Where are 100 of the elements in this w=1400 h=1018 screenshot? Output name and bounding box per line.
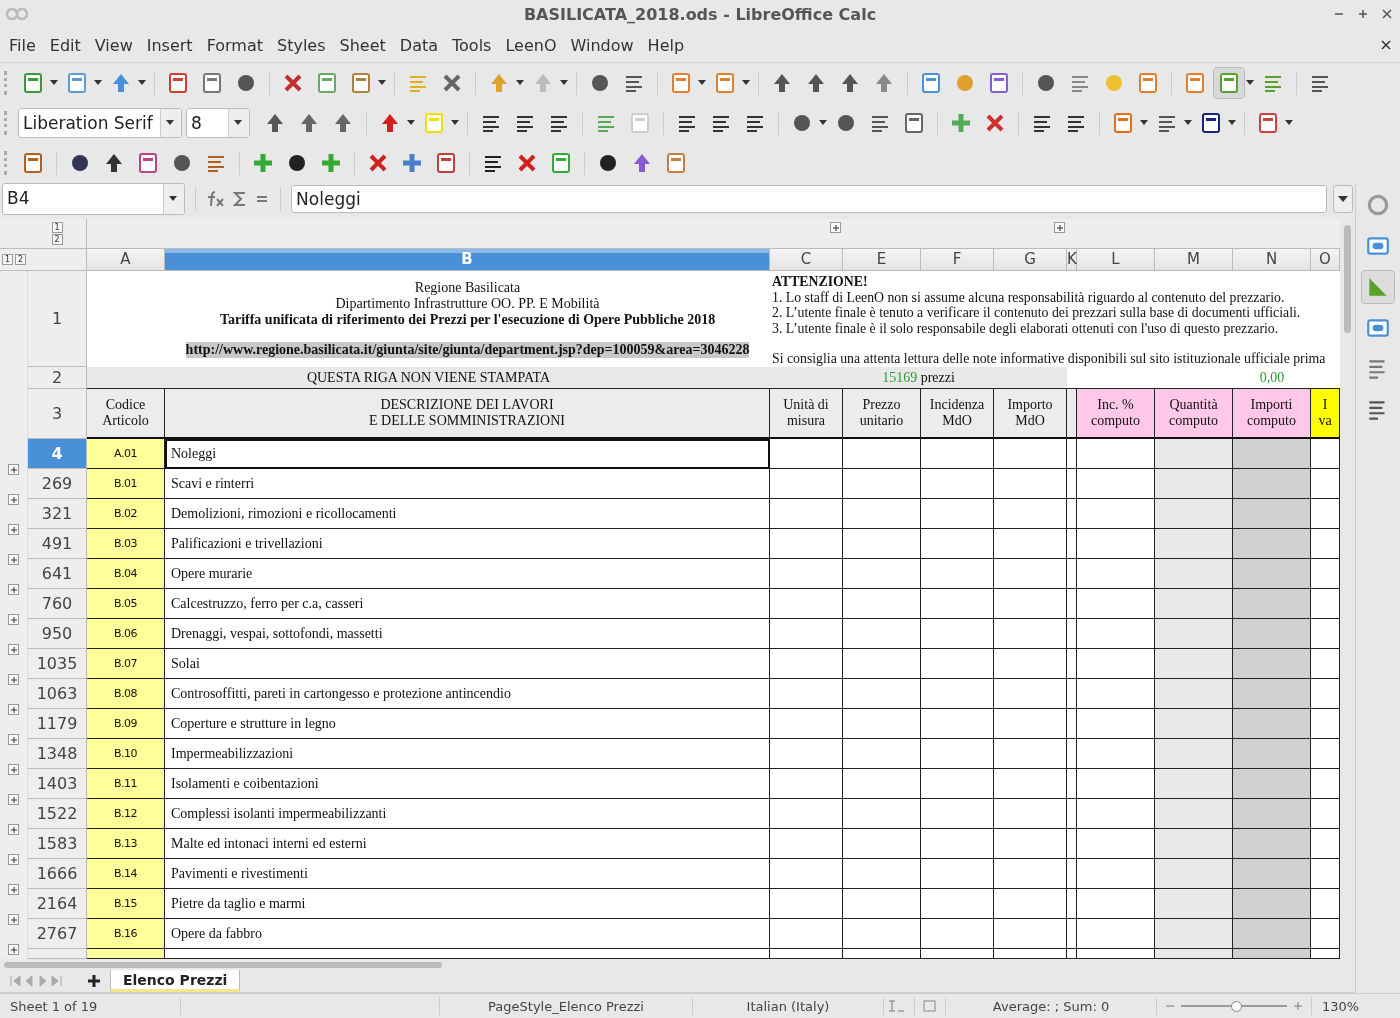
expand-group-button[interactable] [1054, 222, 1065, 233]
column-header[interactable]: F [921, 249, 994, 271]
outline-level-button[interactable]: 2 [15, 254, 26, 265]
add-sheet-icon[interactable] [86, 973, 102, 989]
outline-level-button[interactable]: 1 [51, 222, 63, 233]
row-header[interactable]: 1583 [28, 829, 87, 859]
column-header[interactable]: O [1311, 249, 1340, 271]
caret-icon[interactable] [407, 120, 415, 126]
scrollbar-thumb[interactable] [1344, 225, 1351, 333]
expand-group-button[interactable] [8, 824, 19, 835]
expand-group-button[interactable] [8, 554, 19, 565]
caret-icon[interactable] [698, 80, 706, 86]
caret-icon[interactable] [1285, 120, 1293, 126]
column-header[interactable]: E [843, 249, 921, 271]
expand-formula-button[interactable] [1333, 185, 1353, 213]
expand-group-button[interactable] [8, 854, 19, 865]
table-cell: Opere murarie [165, 559, 770, 589]
function-wizard-icon[interactable] [206, 190, 227, 208]
caret-icon[interactable] [94, 80, 102, 86]
caret-icon[interactable] [560, 80, 568, 86]
caret-icon[interactable] [516, 80, 524, 86]
scrollbar-thumb[interactable] [4, 962, 442, 968]
row-header[interactable]: 1403 [28, 769, 87, 799]
expand-group-button[interactable] [8, 794, 19, 805]
caret-icon[interactable] [138, 80, 146, 86]
row-header[interactable]: 3 [28, 389, 87, 439]
table-cell: Isolamenti e coibentazioni [165, 769, 770, 799]
menu-item[interactable]: File [2, 35, 43, 55]
expand-group-button[interactable] [8, 464, 19, 475]
caret-icon[interactable] [166, 120, 174, 126]
caret-icon[interactable] [1140, 120, 1148, 126]
column-header[interactable]: G [994, 249, 1067, 271]
font-name-field[interactable]: Liberation Serif [18, 108, 182, 138]
expand-group-button[interactable] [8, 884, 19, 895]
zoom-level[interactable]: 130% [1312, 998, 1370, 1014]
row-header[interactable]: 2767 [28, 919, 87, 949]
name-box[interactable]: B4 [2, 183, 186, 215]
row-header[interactable]: 641 [28, 559, 87, 589]
menu-item[interactable]: Window [563, 35, 641, 55]
row-header[interactable]: 491 [28, 529, 87, 559]
column-header[interactable]: L [1077, 249, 1155, 271]
sheet-tab[interactable]: Elenco Prezzi [110, 970, 241, 992]
expand-group-button[interactable] [8, 494, 19, 505]
caret-icon[interactable] [234, 120, 242, 126]
expand-group-button[interactable] [8, 644, 19, 655]
expand-group-button[interactable] [8, 674, 19, 685]
menu-item[interactable]: Sheet [332, 35, 393, 55]
menu-item[interactable]: Format [199, 35, 270, 55]
expand-group-button[interactable] [8, 704, 19, 715]
caret-icon[interactable] [50, 80, 58, 86]
row-header[interactable]: 1 [28, 271, 87, 367]
expand-group-button[interactable] [8, 734, 19, 745]
expand-group-button[interactable] [8, 764, 19, 775]
caret-icon[interactable] [378, 80, 386, 86]
expand-group-button[interactable] [8, 944, 19, 955]
menu-item[interactable]: Help [640, 35, 692, 55]
menu-item[interactable]: Data [392, 35, 445, 55]
expand-group-button[interactable] [830, 222, 841, 233]
caret-icon[interactable] [819, 120, 827, 126]
row-header[interactable]: 269 [28, 469, 87, 499]
table-cell [1067, 529, 1077, 559]
expand-group-button[interactable] [8, 584, 19, 595]
row-header[interactable]: 2164 [28, 889, 87, 919]
column-header[interactable]: M [1155, 249, 1233, 271]
column-header[interactable]: C [770, 249, 843, 271]
font-size-field[interactable]: 8 [186, 108, 250, 138]
menu-item[interactable]: Edit [42, 35, 88, 55]
formula-input[interactable]: Noleggi [291, 185, 1328, 213]
expand-group-button[interactable] [8, 614, 19, 625]
caret-icon[interactable] [169, 196, 178, 202]
caret-icon[interactable] [1228, 120, 1236, 126]
caret-icon[interactable] [1184, 120, 1192, 126]
close-icon[interactable] [1382, 9, 1392, 19]
menu-item[interactable]: Tools [445, 35, 499, 55]
menu-item[interactable]: Styles [270, 35, 333, 55]
caret-icon[interactable] [1246, 80, 1254, 86]
expand-group-button[interactable] [8, 524, 19, 535]
row-header[interactable]: 1179 [28, 709, 87, 739]
row-header[interactable]: 2 [28, 367, 87, 389]
expand-group-button[interactable] [8, 914, 19, 925]
row-header[interactable]: 760 [28, 589, 87, 619]
menu-item[interactable]: Insert [139, 35, 200, 55]
outline-level-button[interactable]: 2 [51, 234, 63, 245]
caret-icon[interactable] [742, 80, 750, 86]
row-header[interactable]: 1522 [28, 799, 87, 829]
row-header[interactable]: 1348 [28, 739, 87, 769]
menu-item[interactable]: LeenO [498, 35, 564, 55]
row-header[interactable]: 1666 [28, 859, 87, 889]
url-link[interactable]: http://www.regione.basilicata.it/giunta/site/giunta/department.jsp?dep=100059&area=3046228 [185, 342, 750, 358]
column-header[interactable]: A [87, 249, 165, 271]
row-header[interactable]: 321 [28, 499, 87, 529]
outline-level-button[interactable]: 1 [2, 254, 13, 265]
caret-icon[interactable] [451, 120, 459, 126]
close-icon[interactable] [1381, 40, 1391, 50]
row-header[interactable]: 1035 [28, 649, 87, 679]
column-header[interactable]: N [1233, 249, 1311, 271]
maximize-icon[interactable] [1358, 9, 1368, 19]
row-header[interactable]: 950 [28, 619, 87, 649]
row-header[interactable]: 1063 [28, 679, 87, 709]
menu-item[interactable]: View [87, 35, 140, 55]
